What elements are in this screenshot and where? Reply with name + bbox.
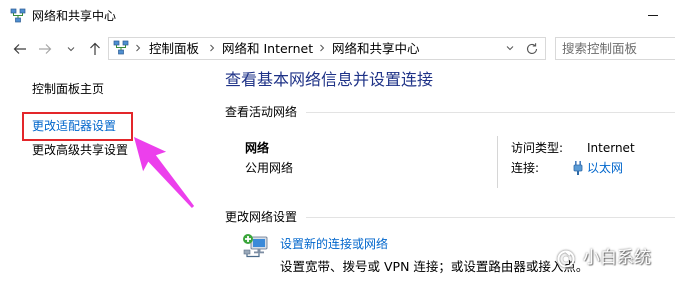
pointer-arrow (134, 137, 195, 208)
chevron-down-icon (66, 44, 76, 54)
refresh-icon (524, 41, 540, 57)
chevron-right-icon[interactable] (133, 43, 143, 53)
minimize-button[interactable] (630, 0, 675, 31)
network-and-sharing-center-icon (10, 8, 26, 24)
window-title: 网络和共享中心 (32, 9, 117, 23)
section-divider (306, 217, 675, 218)
arrow-left-icon (12, 41, 28, 57)
title-bar: 网络和共享中心 (0, 0, 675, 32)
section-divider (306, 112, 675, 113)
section-title-change-network-settings: 更改网络设置 (225, 210, 298, 224)
chevron-down-icon (505, 43, 515, 53)
chevron-right-icon[interactable] (207, 43, 217, 53)
control-panel-icon (113, 40, 129, 56)
arrow-right-icon (37, 41, 53, 57)
sidebar-item-control-panel-home[interactable]: 控制面板主页 (32, 81, 104, 97)
arrow-up-icon (87, 41, 103, 57)
search-box[interactable] (555, 37, 675, 60)
connections-label: 连接: (511, 161, 540, 175)
new-connection-icon (242, 233, 270, 259)
network-name: 网络 (245, 141, 270, 155)
connection-link-ethernet[interactable]: 以太网 (587, 160, 623, 176)
back-button[interactable] (8, 37, 32, 60)
network-category[interactable]: 公用网络 (245, 160, 293, 176)
sidebar-item-change-advanced-sharing-settings[interactable]: 更改高级共享设置 (32, 142, 128, 158)
highlight-box (22, 112, 133, 141)
ethernet-icon (573, 160, 583, 176)
chevron-right-icon[interactable] (317, 43, 327, 53)
page-title: 查看基本网络信息并设置连接 (225, 70, 434, 89)
access-type-label: 访问类型: (511, 141, 564, 155)
forward-button[interactable] (33, 37, 57, 60)
address-bar[interactable]: 控制面板 网络和 Internet 网络和共享中心 (108, 37, 546, 60)
column-divider (497, 136, 498, 188)
setup-new-connection-description: 设置宽带、拨号或 VPN 连接；或设置路由器或接入点。 (280, 259, 589, 274)
breadcrumb-network-and-internet[interactable]: 网络和 Internet (222, 41, 313, 57)
recent-locations-button[interactable] (63, 37, 79, 60)
breadcrumb-network-and-sharing-center[interactable]: 网络和共享中心 (332, 41, 420, 57)
search-input[interactable] (556, 38, 674, 59)
minimize-icon (648, 15, 658, 16)
refresh-button[interactable] (524, 41, 540, 57)
address-dropdown-button[interactable] (505, 43, 515, 53)
setup-new-connection-link[interactable]: 设置新的连接或网络 (280, 236, 388, 252)
watermark-logo-icon (556, 249, 576, 269)
up-button[interactable] (83, 37, 107, 60)
access-type-value: Internet (587, 141, 635, 155)
breadcrumb-control-panel[interactable]: 控制面板 (149, 41, 199, 57)
section-title-active-networks: 查看活动网络 (225, 105, 298, 119)
watermark-text: 小白系统 (583, 248, 651, 268)
